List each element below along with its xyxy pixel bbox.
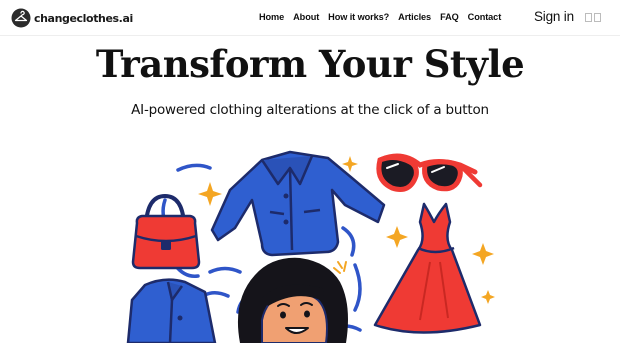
hanger-logo-icon [11,8,31,28]
brand-name: changeclothes.ai [34,11,133,25]
woman-avatar-icon [237,257,348,343]
primary-nav: Home About How it works? Articles FAQ Co… [259,12,501,22]
sign-in-link[interactable]: Sign in [534,9,574,24]
menu-icon-left [585,13,592,22]
page-title: Transform Your Style [95,42,525,86]
nav-link-faq[interactable]: FAQ [440,12,459,22]
menu-icon[interactable] [585,13,601,22]
sunglasses-icon [376,153,483,192]
handbag-icon [131,193,201,270]
nav-link-how-it-works[interactable]: How it works? [328,12,389,22]
jacket-icon [210,150,386,257]
brand[interactable]: changeclothes.ai [11,8,133,28]
coat-icon [126,278,217,343]
hero-subtitle: AI-powered clothing alterations at the c… [131,102,489,118]
nav-link-articles[interactable]: Articles [398,12,431,22]
hero-illustration [126,150,495,343]
dress-icon [373,202,482,334]
nav-link-home[interactable]: Home [259,12,284,22]
nav-link-contact[interactable]: Contact [468,12,502,22]
menu-icon-right [594,13,601,22]
top-navbar: changeclothes.ai Home About How it works… [0,0,620,36]
nav-link-about[interactable]: About [293,12,319,22]
